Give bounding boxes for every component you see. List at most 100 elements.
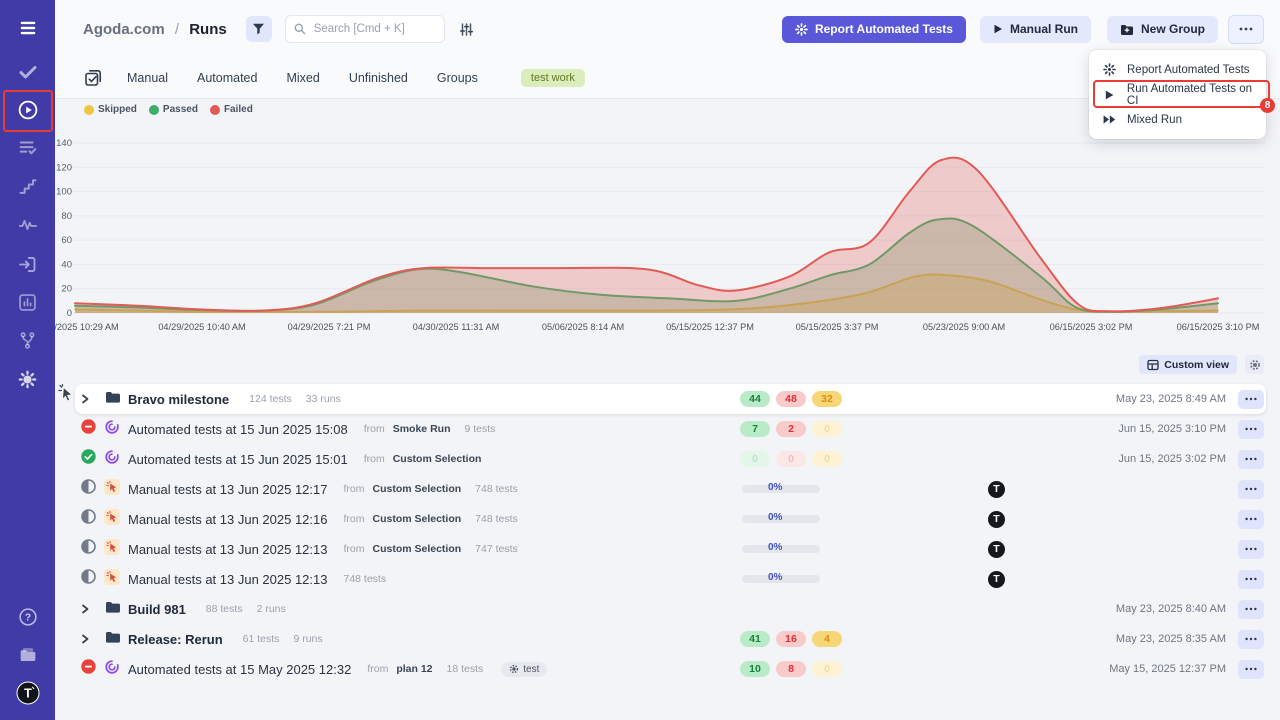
select-runs-button[interactable] [84,69,102,87]
row-more-button[interactable] [1238,540,1264,559]
sidebar-item-analytics-icon[interactable] [0,290,55,314]
tab-groups[interactable]: Groups [437,71,478,85]
legend-item-skipped[interactable]: Skipped [84,104,137,115]
row-more-button[interactable] [1238,570,1264,589]
tab-automated[interactable]: Automated [197,71,257,85]
tab-mixed[interactable]: Mixed [286,71,319,85]
svg-text:120: 120 [56,162,72,173]
manual-run-icon [104,509,120,530]
assignee-avatar: T [988,571,1005,588]
svg-text:04/29/2025 7:21 PM: 04/29/2025 7:21 PM [288,322,371,332]
row-main: Automated tests at 15 Jun 2025 15:08from… [81,419,495,440]
failed-count-badge: 2 [776,421,806,437]
sidebar-item-branch-icon[interactable] [0,328,55,352]
svg-text:100: 100 [56,187,72,198]
row-more-button[interactable] [1238,600,1264,619]
row-more-button[interactable] [1238,510,1264,529]
run-source: Custom Selection [372,543,461,555]
row-main: Manual tests at 13 Jun 2025 12:17fromCus… [81,479,518,500]
sidebar-item-help-icon[interactable]: ? [0,605,55,629]
run-source: Custom Selection [372,513,461,525]
breadcrumb-project[interactable]: Agoda.com [83,21,165,38]
row-main: Manual tests at 13 Jun 2025 12:13fromCus… [81,539,518,560]
failed-count-badge: 8 [776,661,806,677]
menu-item-label: Run Automated Tests on CI [1127,83,1266,107]
row-more-button[interactable] [1238,450,1264,469]
legend-item-failed[interactable]: Failed [210,104,253,115]
manual-run-button[interactable]: Manual Run [980,16,1091,43]
chevron-right-icon[interactable] [81,604,89,614]
progress-bar: 0% [742,575,820,583]
report-automated-tests-button[interactable]: Report Automated Tests [782,16,966,43]
run-row[interactable]: Automated tests at 15 May 2025 12:32from… [75,654,1266,684]
sidebar-item-settings-gear-icon[interactable] [0,367,55,391]
sidebar-item-runs-play-icon[interactable] [0,98,55,122]
filter-funnel-icon [252,23,265,36]
chevron-right-icon[interactable] [81,394,89,404]
legend-item-passed[interactable]: Passed [149,104,198,115]
svg-text:20: 20 [61,284,72,295]
status-passed-icon [81,449,96,469]
automated-run-icon [104,659,120,680]
menu-item-run-automated-tests-on-ci[interactable]: Run Automated Tests on CI [1089,82,1266,107]
new-group-button[interactable]: New Group [1107,16,1218,43]
workspace-avatar[interactable]: T [0,681,55,705]
sidebar-item-pulse-icon[interactable] [0,213,55,237]
run-row[interactable]: Manual tests at 13 Jun 2025 12:13748 tes… [75,564,1266,594]
svg-text:80: 80 [61,211,72,222]
double-play-icon [1102,115,1117,124]
row-more-button[interactable] [1238,630,1264,649]
run-row[interactable]: Automated tests at 15 Jun 2025 15:01from… [75,444,1266,474]
progress-label: 0% [768,572,782,583]
chevron-right-icon[interactable] [81,634,89,644]
sidebar-item-projects-folder-icon[interactable] [0,643,55,667]
run-title: Automated tests at 15 Jun 2025 15:08 [128,422,348,437]
run-date: May 15, 2025 12:37 PM [1109,663,1226,675]
view-settings-button[interactable] [1245,355,1264,374]
filter-button[interactable] [246,16,272,42]
more-actions-button[interactable] [1228,15,1264,44]
search-input[interactable] [312,22,436,36]
menu-item-mixed-run[interactable]: Mixed Run [1089,107,1266,132]
ellipsis-icon [1239,27,1253,31]
filter-tag-test-work[interactable]: test work [521,69,585,87]
run-row[interactable]: Manual tests at 13 Jun 2025 12:13fromCus… [75,534,1266,564]
sidebar-item-steps-icon[interactable] [0,175,55,199]
run-date: May 23, 2025 8:40 AM [1116,603,1226,615]
status-failed-icon [81,659,96,679]
row-more-button[interactable] [1238,480,1264,499]
new-group-label: New Group [1141,22,1205,36]
group-row[interactable]: Release: Rerun61 tests9 runs41164May 23,… [75,624,1266,654]
group-row[interactable]: Bravo milestone124 tests33 runs444832May… [75,384,1266,414]
row-more-button[interactable] [1238,660,1264,679]
tab-unfinished[interactable]: Unfinished [349,71,408,85]
tab-manual[interactable]: Manual [127,71,168,85]
annotation-badge: 8 [1260,98,1275,113]
sidebar-item-tests-check-icon[interactable] [0,60,55,84]
folder-icon [105,390,120,409]
result-badges: 720 [740,421,842,437]
run-row[interactable]: Manual tests at 13 Jun 2025 12:16fromCus… [75,504,1266,534]
run-date: May 23, 2025 8:49 AM [1116,393,1226,405]
sparkle-gear-icon [795,23,808,36]
svg-text:05/15/2025 12:37 PM: 05/15/2025 12:37 PM [666,322,754,332]
adjustments-button[interactable] [459,22,474,37]
result-badges: 000 [740,451,842,467]
row-more-button[interactable] [1238,390,1264,409]
tag-pill[interactable]: test [501,662,547,677]
assignee-avatar: T [988,481,1005,498]
menu-item-label: Mixed Run [1127,114,1182,126]
custom-view-button[interactable]: Custom view [1139,355,1237,374]
svg-text:60: 60 [61,235,72,246]
run-row[interactable]: Manual tests at 13 Jun 2025 12:17fromCus… [75,474,1266,504]
run-row[interactable]: Automated tests at 15 Jun 2025 15:08from… [75,414,1266,444]
passed-count-badge: 10 [740,661,770,677]
sidebar-item-plans-list-icon[interactable] [0,136,55,160]
group-title: Build 981 [128,602,186,617]
sidebar-item-import-icon[interactable] [0,252,55,276]
menu-item-report-automated-tests[interactable]: Report Automated Tests [1089,57,1266,82]
row-more-button[interactable] [1238,420,1264,439]
group-row[interactable]: Build 98188 tests2 runsMay 23, 2025 8:40… [75,594,1266,624]
row-meta: 18 tests [447,663,484,675]
menu-hamburger-icon[interactable] [0,16,55,40]
